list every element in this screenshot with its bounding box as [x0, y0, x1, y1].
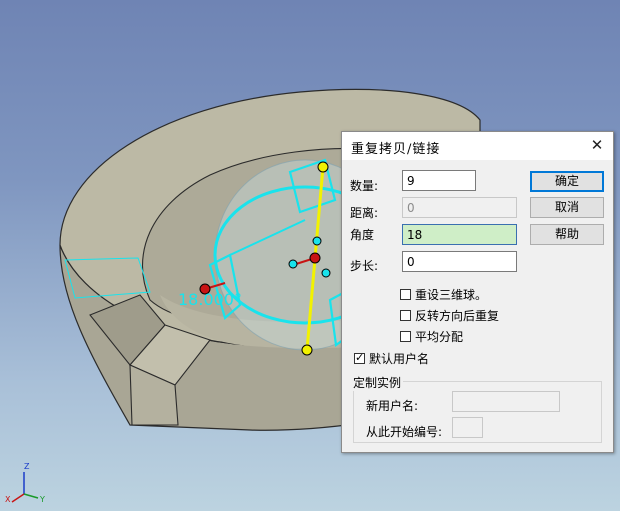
angle-dimension-label: 18.000°: [178, 290, 242, 309]
triad-y-label: Y: [39, 495, 45, 504]
help-button[interactable]: 帮助: [530, 224, 604, 245]
custom-instance-title: 定制实例: [351, 374, 404, 391]
repeat-copy-dialog: 重复拷贝/链接 ✕ 数量: 距离: 角度 步长: 确定 取消 帮助 重设三维球。…: [341, 131, 614, 453]
angle-label: 角度: [350, 228, 375, 242]
default-name-checkbox[interactable]: 默认用户名: [354, 350, 429, 366]
step-input[interactable]: [402, 251, 517, 272]
triad-z-label: Z: [24, 462, 30, 471]
reset-triad-label: 重设三维球。: [415, 287, 488, 302]
default-name-box: [354, 351, 365, 364]
count-input[interactable]: [402, 170, 476, 191]
new-name-label: 新用户名:: [366, 399, 419, 413]
center-handle-right[interactable]: [321, 268, 331, 278]
start-number-label: 从此开始编号:: [366, 425, 443, 439]
distribute-box: [400, 330, 411, 342]
axis-handle-top[interactable]: [317, 161, 329, 173]
reverse-box: [400, 309, 411, 321]
angle-input[interactable]: [402, 224, 517, 245]
center-handle[interactable]: [309, 252, 321, 264]
step-label: 步长:: [350, 259, 379, 273]
default-name-label: 默认用户名: [369, 351, 430, 366]
start-number-input: [452, 417, 483, 438]
reverse-checkbox[interactable]: 反转方向后重复: [400, 307, 499, 323]
distribute-checkbox[interactable]: 平均分配: [400, 328, 463, 344]
center-handle-left[interactable]: [288, 259, 298, 269]
distance-input: [402, 197, 517, 218]
reset-triad-checkbox[interactable]: 重设三维球。: [400, 286, 487, 302]
cancel-button[interactable]: 取消: [530, 197, 604, 218]
dialog-title: 重复拷贝/链接: [351, 142, 441, 157]
reverse-label: 反转方向后重复: [415, 308, 500, 323]
count-label: 数量:: [350, 179, 379, 193]
reset-triad-box: [400, 288, 411, 300]
axis-handle-bottom[interactable]: [301, 344, 313, 356]
distribute-label: 平均分配: [415, 329, 464, 344]
new-name-input: [452, 391, 560, 412]
coordinate-triad: Z X Y: [5, 462, 45, 504]
triad-x-label: X: [5, 495, 11, 504]
dialog-titlebar[interactable]: 重复拷贝/链接 ✕: [342, 132, 613, 160]
ok-button[interactable]: 确定: [530, 171, 604, 192]
close-icon[interactable]: ✕: [587, 135, 607, 155]
axis-handle-mid[interactable]: [312, 236, 322, 246]
distance-label: 距离:: [350, 206, 379, 220]
